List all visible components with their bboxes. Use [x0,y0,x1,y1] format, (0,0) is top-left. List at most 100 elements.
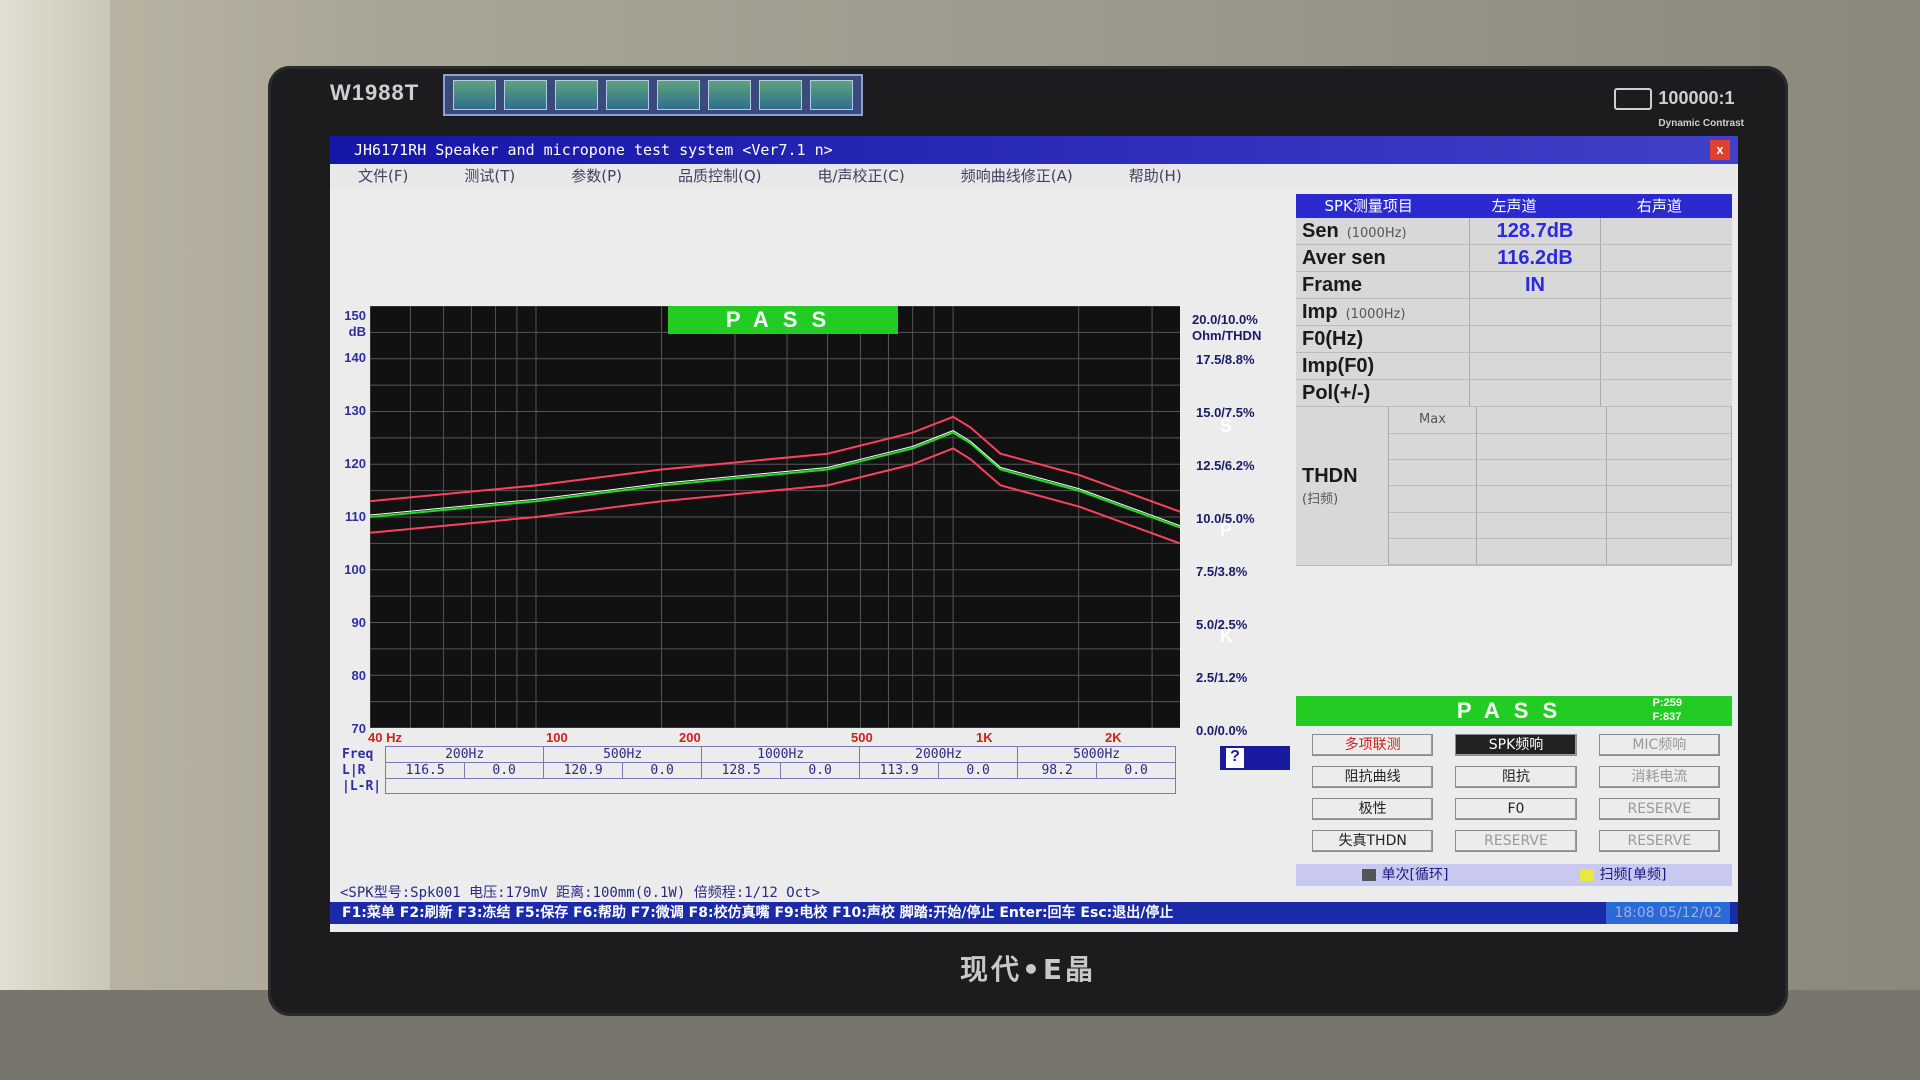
right-value [1601,380,1732,406]
y-tick-label: 140 [344,350,366,365]
thdn-cell [1607,407,1732,434]
thdn-cell [1389,538,1477,565]
right-tick-label: 12.5/6.2% [1196,458,1255,473]
thdn-cell [1607,434,1732,461]
help-button[interactable]: ? [1226,748,1244,768]
strip-icon [606,80,649,110]
menu-file[interactable]: 文件(F) [330,164,436,188]
function-key-bar: F1:菜单 F2:刷新 F3:冻结 F5:保存 F6:帮助 F7:微调 F8:校… [330,902,1738,924]
result-row-sen: Sen (1000Hz) 128.7dB [1296,218,1732,245]
menu-curve-correction[interactable]: 频响曲线修正(A) [933,164,1101,188]
table-row: L|R 116.5 0.0 120.9 0.0 128.5 0.0 113.9 0.0 … [338,762,1177,779]
x-tick-label: 40 Hz [368,730,402,745]
thdn-cell [1477,538,1607,565]
f0-button[interactable]: F0 [1455,798,1577,820]
menu-calibration[interactable]: 电/声校正(C) [789,164,932,188]
header-left: 左声道 [1491,197,1537,215]
left-value [1470,353,1601,379]
diff-row [385,778,1177,794]
thdn-cell [1607,512,1732,539]
contrast-sub: Dynamic Contrast [1658,118,1744,130]
side-letter: P [1220,520,1233,540]
contrast-value: 100000:1 [1658,88,1735,108]
window-title: JH6171RH Speaker and micropone test syst… [354,141,833,159]
spk-response-button[interactable]: SPK频响 [1455,734,1577,756]
thdn-cell [1389,460,1477,487]
monitor-logo: 现代•E晶 [959,953,1097,986]
multi-test-button[interactable]: 多项联测 [1312,734,1434,756]
left-level: 128.5 [701,762,782,779]
left-level: 120.9 [543,762,624,779]
strip-icon [759,80,802,110]
result-row-imp: Imp (1000Hz) [1296,299,1732,326]
label-sub: (1000Hz) [1345,307,1406,322]
menu-quality[interactable]: 品质控制(Q) [650,164,790,188]
checkbox-icon [1579,869,1594,881]
polarity-button[interactable]: 极性 [1312,798,1434,820]
menu-params[interactable]: 参数(P) [543,164,650,188]
test-button-grid: 多项联测 SPK频响 MIC频响 阻抗曲线 阻抗 消耗电流 极性 F0 RESE… [1312,734,1720,852]
freq-header: 500Hz [543,746,703,763]
background-shelf [0,0,110,1080]
pass-counts: P:259 F:837 [1653,696,1682,724]
title-bar: JH6171RH Speaker and micropone test syst… [330,136,1738,164]
result-row-aver-sen: Aver sen 116.2dB [1296,245,1732,272]
freq-header: 5000Hz [1017,746,1177,763]
right-value [1601,353,1732,379]
label-text: Pol(+/-) [1302,382,1371,404]
row-label: |L-R| [342,778,382,794]
y-tick-label: 120 [344,456,366,471]
battery-icon [1614,88,1653,111]
contrast-badge: 100000:1 Dynamic Contrast [1614,88,1744,131]
current-draw-button[interactable]: 消耗电流 [1598,766,1720,788]
mic-response-button[interactable]: MIC频响 [1598,734,1720,756]
right-level: 0.0 [622,762,703,779]
right-level: 0.0 [464,762,545,779]
freq-header: 1000Hz [701,746,861,763]
row-label: Imp(F0) [1296,353,1470,379]
side-letter: S [1220,416,1233,436]
single-mode-toggle[interactable]: 单次[循环] [1361,864,1448,886]
row-label: Sen (1000Hz) [1296,218,1470,244]
y-tick-label: 110 [345,509,366,524]
table-row: |L-R| [338,778,1177,794]
sweep-mode-toggle[interactable]: 扫频[单频] [1579,864,1667,886]
thdn-sub: (扫频) [1302,492,1339,507]
help-box: ? [1220,746,1290,770]
results-header: SPK测量项目 左声道 右声道 [1296,194,1732,218]
close-button[interactable]: x [1710,140,1730,160]
thdn-cell [1389,486,1477,513]
thdn-cell [1477,434,1607,461]
thdn-cell [1607,538,1732,565]
header-right: 右声道 [1636,197,1682,215]
y-tick-label: 150 [344,308,366,323]
function-key-hints: F1:菜单 F2:刷新 F3:冻结 F5:保存 F6:帮助 F7:微调 F8:校… [342,905,1174,921]
thdn-button[interactable]: 失真THDN [1312,830,1434,852]
row-label: Imp (1000Hz) [1296,299,1470,325]
impedance-button[interactable]: 阻抗 [1455,766,1577,788]
label-text: Imp [1302,301,1338,323]
reserve-button[interactable]: RESERVE [1598,798,1720,820]
reserve-button[interactable]: RESERVE [1598,830,1720,852]
thdn-block: THDN (扫频) Max [1296,407,1732,566]
strip-icon [708,80,751,110]
thdn-cell [1389,512,1477,539]
freq-header: 200Hz [385,746,545,763]
left-level: 98.2 [1017,762,1098,779]
label-sub: (1000Hz) [1346,226,1407,241]
menu-help[interactable]: 帮助(H) [1101,164,1210,188]
impedance-curve-button[interactable]: 阻抗曲线 [1312,766,1434,788]
thdn-label: THDN [1302,465,1358,487]
monitor-icon-strip [443,74,863,116]
row-label: Pol(+/-) [1296,380,1470,406]
right-tick-label: 17.5/8.8% [1196,352,1255,367]
label-text: Sen [1302,220,1339,242]
row-label: Frame [1296,272,1470,298]
left-value: 116.2dB [1470,245,1601,271]
sweep-mode-label: 扫频[单频] [1599,867,1667,883]
pass-count: P:259 [1652,697,1682,709]
clock: 18:08 05/12/02 [1606,902,1730,924]
menu-test[interactable]: 测试(T) [436,164,543,188]
x-tick-label: 100 [546,730,568,745]
reserve-button[interactable]: RESERVE [1455,830,1577,852]
